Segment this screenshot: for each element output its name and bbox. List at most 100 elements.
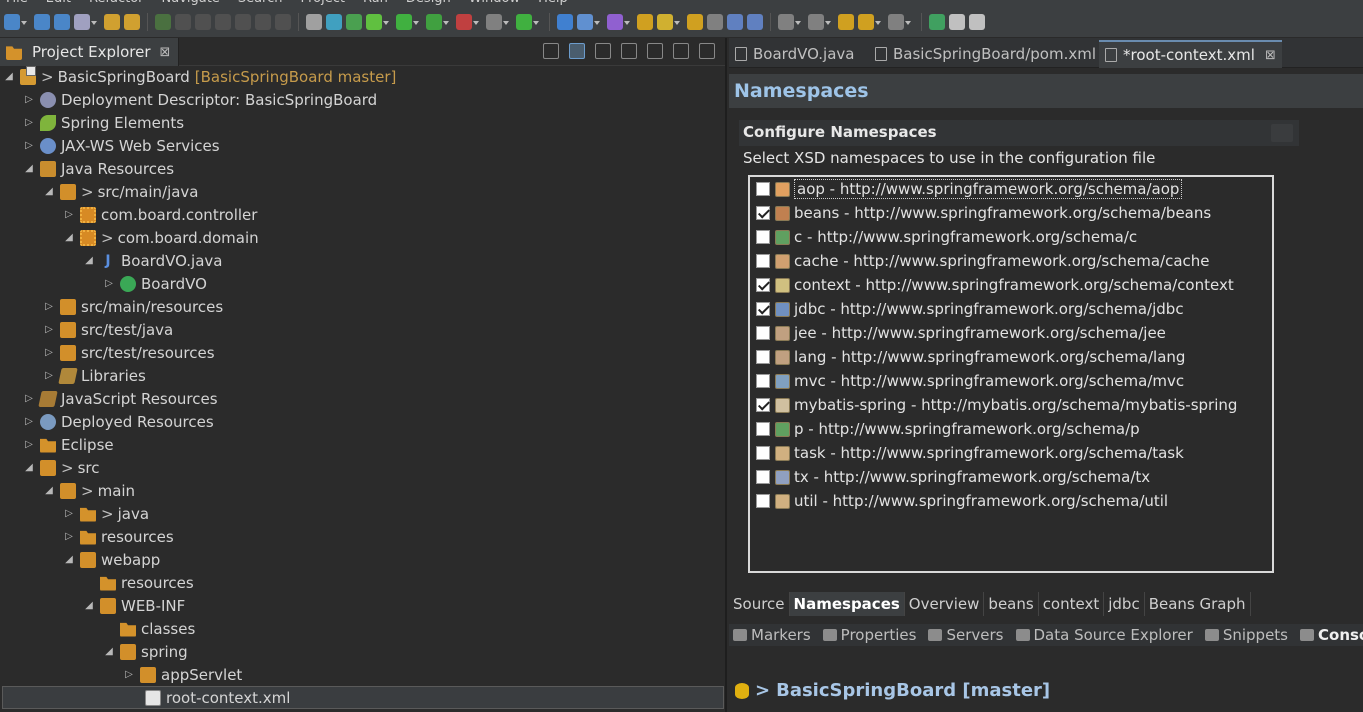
editor-tab-2[interactable]: *root-context.xml ⊠	[1099, 40, 1282, 68]
drop-icon[interactable]	[306, 14, 322, 30]
close-icon[interactable]: ⊠	[160, 45, 171, 60]
stop-icon[interactable]	[486, 14, 509, 30]
coverage-icon[interactable]	[426, 14, 449, 30]
menu-window[interactable]: Window	[469, 0, 520, 6]
namespace-item[interactable]: tx - http://www.springframework.org/sche…	[756, 465, 1150, 489]
view-tab-console[interactable]: Console	[1296, 626, 1363, 644]
tree-item-package-controller[interactable]: ▷ com.board.controller	[64, 203, 257, 226]
namespace-item[interactable]: lang - http://www.springframework.org/sc…	[756, 345, 1185, 369]
filter-icon[interactable]	[595, 43, 611, 59]
collapsed-arrow-icon[interactable]: ▷	[44, 324, 54, 335]
expanded-arrow-icon[interactable]: ◢	[84, 600, 94, 611]
namespace-checkbox[interactable]	[756, 302, 770, 316]
expanded-arrow-icon[interactable]: ◢	[44, 186, 54, 197]
tree-item-deployment-descriptor[interactable]: ▷ Deployment Descriptor: BasicSpringBoard	[24, 88, 377, 111]
save-icon[interactable]	[34, 14, 50, 30]
menu-navigate[interactable]: Navigate	[162, 0, 220, 6]
namespace-item[interactable]: cache - http://www.springframework.org/s…	[756, 249, 1210, 273]
collapsed-arrow-icon[interactable]: ▷	[44, 347, 54, 358]
tree-item-spring-elements[interactable]: ▷ Spring Elements	[24, 111, 184, 134]
close-icon[interactable]: ⊠	[1265, 48, 1276, 63]
step-over-icon[interactable]	[255, 14, 271, 30]
editor-tab-0[interactable]: BoardVO.java	[729, 42, 860, 66]
tree-item-root-context-xml[interactable]: root-context.xml	[2, 686, 724, 709]
collapsed-arrow-icon[interactable]: ▷	[24, 140, 34, 151]
view-tab-data-source-explorer[interactable]: Data Source Explorer	[1012, 626, 1197, 644]
namespace-checkbox[interactable]	[756, 422, 770, 436]
namespace-item[interactable]: c - http://www.springframework.org/schem…	[756, 225, 1137, 249]
namespace-checkbox[interactable]	[756, 326, 770, 340]
expanded-arrow-icon[interactable]: ◢	[84, 255, 94, 266]
prev-annot-icon[interactable]	[838, 14, 854, 30]
tree-project[interactable]: ◢ > BasicSpringBoard [BasicSpringBoard mast…	[4, 65, 396, 88]
perspective-3-icon[interactable]	[969, 14, 985, 30]
tree-item-deployed-resources[interactable]: ▷ Deployed Resources	[24, 410, 214, 433]
print-icon[interactable]	[74, 14, 97, 30]
view-tab-snippets[interactable]: Snippets	[1201, 626, 1292, 644]
collapsed-arrow-icon[interactable]: ▷	[64, 508, 74, 519]
tree-item-src-test-java[interactable]: ▷ src/test/java	[44, 318, 173, 341]
namespace-checkbox[interactable]	[756, 278, 770, 292]
namespace-item[interactable]: mybatis-spring - http://mybatis.org/sche…	[756, 393, 1237, 417]
namespace-checkbox[interactable]	[756, 374, 770, 388]
tree-item-javascript-resources[interactable]: ▷ JavaScript Resources	[24, 387, 217, 410]
tree-item-webapp-resources[interactable]: resources	[84, 571, 194, 594]
collapsed-arrow-icon[interactable]: ▷	[24, 94, 34, 105]
search-ref-icon[interactable]	[124, 14, 140, 30]
namespace-checkbox[interactable]	[756, 398, 770, 412]
collapsed-arrow-icon[interactable]: ▷	[24, 439, 34, 450]
namespace-checkbox[interactable]	[756, 446, 770, 460]
namespace-item[interactable]: aop - http://www.springframework.org/sch…	[756, 177, 1183, 201]
spell-icon[interactable]	[104, 14, 120, 30]
namespace-checkbox[interactable]	[756, 494, 770, 508]
collapsed-arrow-icon[interactable]: ▷	[24, 393, 34, 404]
menu-help[interactable]: Help	[538, 0, 568, 6]
namespace-item[interactable]: jee - http://www.springframework.org/sch…	[756, 321, 1166, 345]
tree-item-web-inf[interactable]: ◢ WEB-INF	[84, 594, 185, 617]
perspective-2-icon[interactable]	[949, 14, 965, 30]
focus-icon[interactable]	[707, 14, 723, 30]
new-spring-icon[interactable]	[577, 14, 600, 30]
collapse-all-icon[interactable]	[543, 43, 559, 59]
page-tab-jdbc[interactable]: jdbc	[1104, 592, 1145, 616]
namespace-item[interactable]: p - http://www.springframework.org/schem…	[756, 417, 1140, 441]
tree-item-boardvo-java[interactable]: ◢ J BoardVO.java	[84, 249, 222, 272]
page-tab-source[interactable]: Source	[729, 592, 790, 616]
profile-icon[interactable]	[456, 14, 479, 30]
namespace-item[interactable]: task - http://www.springframework.org/sc…	[756, 441, 1184, 465]
terminate-icon[interactable]	[195, 14, 211, 30]
tree-item-src-main-java[interactable]: ◢ > src/main/java	[44, 180, 198, 203]
menu-search[interactable]: Search	[238, 0, 283, 6]
expanded-arrow-icon[interactable]: ◢	[4, 71, 14, 82]
new-server-icon[interactable]	[557, 14, 573, 30]
disconnect-icon[interactable]	[215, 14, 231, 30]
page-tab-overview[interactable]: Overview	[905, 592, 985, 616]
new-class-icon[interactable]	[607, 14, 630, 30]
namespace-checkbox[interactable]	[756, 350, 770, 364]
collapsed-arrow-icon[interactable]: ▷	[64, 531, 74, 542]
resume-icon[interactable]	[155, 14, 171, 30]
expanded-arrow-icon[interactable]: ◢	[64, 232, 74, 243]
menu-design[interactable]: Design	[406, 0, 451, 6]
collapsed-arrow-icon[interactable]: ▷	[64, 209, 74, 220]
page-tab-beans-graph[interactable]: Beans Graph	[1145, 592, 1251, 616]
snapshot-icon[interactable]	[346, 14, 362, 30]
collapsed-arrow-icon[interactable]: ▷	[44, 370, 54, 381]
tree-item-boardvo-class[interactable]: ▷ BoardVO	[104, 272, 207, 295]
page-tab-beans[interactable]: beans	[984, 592, 1039, 616]
ext-tools-icon[interactable]	[516, 14, 539, 30]
namespace-checkbox[interactable]	[756, 254, 770, 268]
namespace-item[interactable]: util - http://www.springframework.org/sc…	[756, 489, 1168, 513]
collapsed-arrow-icon[interactable]: ▷	[44, 301, 54, 312]
namespace-checkbox[interactable]	[756, 470, 770, 484]
debug-icon[interactable]	[366, 14, 389, 30]
tree-item-src-test-resources[interactable]: ▷ src/test/resources	[44, 341, 214, 364]
collapsed-arrow-icon[interactable]: ▷	[24, 416, 34, 427]
namespace-item[interactable]: context - http://www.springframework.org…	[756, 273, 1234, 297]
minimize-icon[interactable]	[673, 43, 689, 59]
spring-boot-icon[interactable]	[747, 14, 763, 30]
menu-edit[interactable]: Edit	[46, 0, 71, 6]
tree-item-spring[interactable]: ◢ spring	[104, 640, 188, 663]
view-menu-icon[interactable]	[647, 43, 663, 59]
tab-project-explorer[interactable]: Project Explorer ⊠	[0, 38, 180, 66]
